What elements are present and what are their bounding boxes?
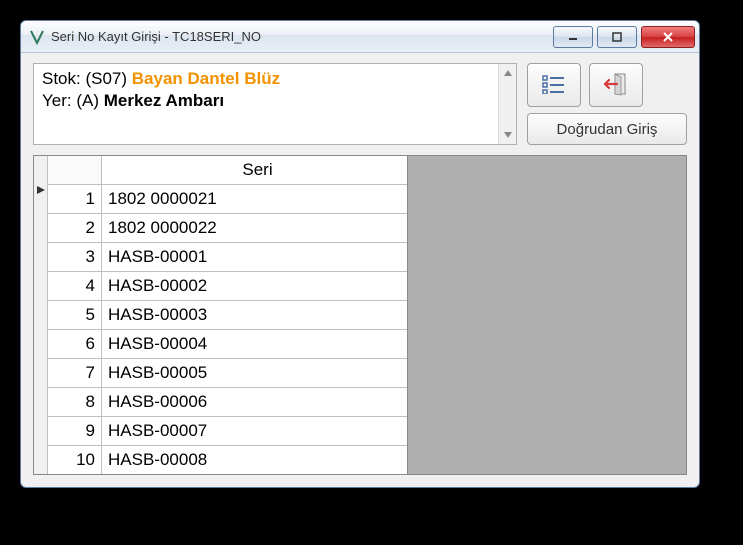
grid-header-serial[interactable]: Seri [102, 156, 407, 184]
window-title: Seri No Kayıt Girişi - TC18SERI_NO [51, 29, 261, 44]
app-icon [29, 29, 45, 45]
table-row[interactable]: 11802 0000021 [48, 185, 407, 214]
client-area: Stok: (S07) Bayan Dantel Blüz Yer: (A) M… [21, 53, 699, 487]
row-index: 4 [48, 272, 102, 300]
maximize-button[interactable] [597, 26, 637, 48]
minimize-button[interactable] [553, 26, 593, 48]
table-row[interactable]: 7HASB-00005 [48, 359, 407, 388]
table-row[interactable]: 10HASB-00008 [48, 446, 407, 474]
grid-header[interactable]: Seri [48, 156, 407, 185]
table-row[interactable]: 8HASB-00006 [48, 388, 407, 417]
direct-entry-button[interactable]: Doğrudan Giriş [527, 113, 687, 145]
serial-grid[interactable]: Seri 11802 000002121802 00000223HASB-000… [48, 156, 408, 474]
row-index: 2 [48, 214, 102, 242]
table-row[interactable]: 9HASB-00007 [48, 417, 407, 446]
row-serial[interactable]: HASB-00004 [102, 330, 407, 358]
row-index: 8 [48, 388, 102, 416]
row-index: 6 [48, 330, 102, 358]
row-serial[interactable]: HASB-00005 [102, 359, 407, 387]
row-serial[interactable]: HASB-00001 [102, 243, 407, 271]
grid-spacer [408, 156, 686, 474]
row-serial[interactable]: HASB-00007 [102, 417, 407, 445]
exit-icon [603, 72, 629, 99]
row-index: 1 [48, 185, 102, 213]
row-serial[interactable]: HASB-00006 [102, 388, 407, 416]
stock-name: Bayan Dantel Blüz [132, 69, 280, 88]
table-row[interactable]: 3HASB-00001 [48, 243, 407, 272]
row-index: 7 [48, 359, 102, 387]
list-button[interactable] [527, 63, 581, 107]
table-row[interactable]: 5HASB-00003 [48, 301, 407, 330]
grid-area: Seri 11802 000002121802 00000223HASB-000… [33, 155, 687, 475]
row-index: 9 [48, 417, 102, 445]
direct-entry-label: Doğrudan Giriş [557, 121, 658, 138]
location-label: Yer: (A) [42, 91, 104, 110]
row-indicator[interactable] [34, 156, 48, 474]
scroll-down-icon[interactable] [499, 126, 516, 144]
list-icon [542, 74, 566, 97]
table-row[interactable]: 21802 0000022 [48, 214, 407, 243]
grid-header-index[interactable] [48, 156, 102, 184]
table-row[interactable]: 6HASB-00004 [48, 330, 407, 359]
window: Seri No Kayıt Girişi - TC18SERI_NO Stok:… [20, 20, 700, 488]
titlebar[interactable]: Seri No Kayıt Girişi - TC18SERI_NO [21, 21, 699, 53]
row-index: 3 [48, 243, 102, 271]
stock-label: Stok: (S07) [42, 69, 132, 88]
row-serial[interactable]: HASB-00002 [102, 272, 407, 300]
info-scrollbar[interactable] [498, 64, 516, 144]
row-index: 5 [48, 301, 102, 329]
row-serial[interactable]: 1802 0000022 [102, 214, 407, 242]
location-name: Merkez Ambarı [104, 91, 224, 110]
exit-button[interactable] [589, 63, 643, 107]
info-panel: Stok: (S07) Bayan Dantel Blüz Yer: (A) M… [33, 63, 517, 145]
row-index: 10 [48, 446, 102, 474]
scroll-up-icon[interactable] [499, 64, 516, 82]
row-serial[interactable]: 1802 0000021 [102, 185, 407, 213]
row-serial[interactable]: HASB-00008 [102, 446, 407, 474]
close-button[interactable] [641, 26, 695, 48]
row-serial[interactable]: HASB-00003 [102, 301, 407, 329]
table-row[interactable]: 4HASB-00002 [48, 272, 407, 301]
